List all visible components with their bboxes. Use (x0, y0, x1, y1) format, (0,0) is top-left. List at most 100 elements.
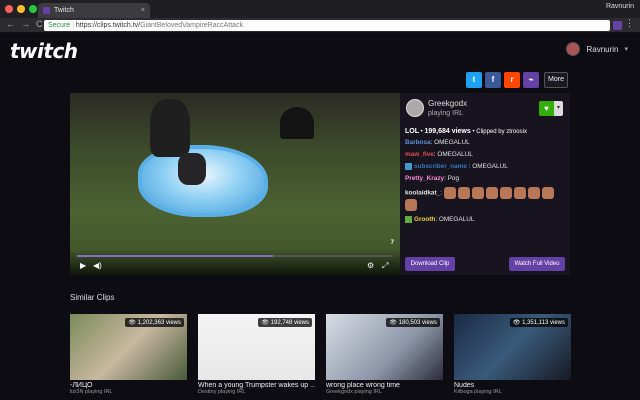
back-icon[interactable]: ← (6, 19, 15, 29)
chat-user[interactable]: subscriber_name (414, 163, 467, 170)
similar-clips-list: 👁 1,202,363 views -ЛИЦО lizi3N playing I… (70, 314, 571, 395)
clip-views: 199,684 views (424, 128, 471, 135)
copy-link-button[interactable]: ⌁ (523, 72, 539, 88)
clip-game: LOL (405, 128, 419, 135)
watch-full-video-button[interactable]: Watch Full Video (509, 257, 565, 271)
emote-icon (485, 187, 498, 200)
volume-icon[interactable]: ◀) (93, 261, 102, 270)
similar-clips-heading: Similar Clips (70, 293, 115, 302)
video-chair (280, 107, 314, 139)
chat-user[interactable]: maw_five (405, 151, 434, 158)
clip-title[interactable]: wrong place wrong time (326, 382, 443, 389)
clip-card[interactable]: 👁 1,202,363 views -ЛИЦО lizi3N playing I… (70, 314, 187, 395)
chat-user[interactable]: Pretty_Krazy (405, 175, 444, 182)
reload-icon[interactable]: C (36, 19, 43, 29)
video-player[interactable]: 7 ▶ ◀) ⚙ ⤢ (70, 93, 400, 275)
maximize-window-button[interactable] (29, 5, 37, 13)
broadcaster-name[interactable]: Greekgodx (428, 99, 467, 108)
site-header: twitch Ravnurin ▾ (0, 33, 640, 67)
facebook-share-button[interactable]: f (485, 72, 501, 88)
clip-sidebar: Greekgodx playing IRL ♥ ▾ LOL • 199,684 … (400, 93, 570, 275)
emote-icon (405, 199, 417, 212)
clip-thumbnail[interactable]: 👁 180,503 views (326, 314, 443, 380)
video-time: 7 (390, 240, 394, 246)
emote-icon (443, 187, 456, 200)
more-share-button[interactable]: More (544, 72, 568, 88)
minimize-window-button[interactable] (17, 5, 25, 13)
emote-icon (457, 187, 470, 200)
secure-label: Secure (48, 22, 71, 29)
forward-icon[interactable]: → (21, 19, 30, 29)
clip-title[interactable]: When a young Trumpster wakes up ... (198, 382, 315, 389)
clip-views-badge: 👁 1,202,363 views (125, 318, 184, 327)
clip-channel[interactable]: lizi3N playing IRL (70, 389, 187, 395)
progress-bar[interactable] (77, 255, 393, 257)
clipper-name[interactable]: ztroosix (506, 129, 527, 135)
chat-message: Pretty_Krazy: Pog (405, 175, 460, 183)
clip-channel[interactable]: Destiny playing IRL (198, 389, 315, 395)
clip-thumbnail[interactable]: 👁 1,202,363 views (70, 314, 187, 380)
video-frame (70, 93, 400, 275)
fullscreen-icon[interactable]: ⤢ (382, 261, 388, 271)
emote-icon (471, 187, 484, 200)
clip-views-badge: 👁 180,503 views (386, 318, 440, 327)
browser-titlebar: Twitch × Ravnurin (0, 0, 640, 18)
avatar (566, 42, 581, 56)
twitch-logo[interactable]: twitch (10, 39, 78, 63)
chat-text: OMEGALUL (472, 163, 508, 171)
video-person-falling (178, 153, 206, 185)
progress-fill (77, 255, 273, 257)
chat-text: OMEGALUL (437, 151, 473, 158)
settings-icon[interactable]: ⚙ (367, 261, 374, 270)
chat-text: OMEGALUL (434, 139, 470, 146)
chat-text: OMEGALUL (438, 216, 475, 224)
url-path: GiantBelovedVampireRaccAttack (140, 22, 244, 29)
chevron-down-icon: ▾ (624, 46, 628, 53)
badge-icon (405, 216, 412, 224)
chat-message: maw_five: OMEGALUL (405, 151, 473, 158)
clip-title[interactable]: -ЛИЦО (70, 382, 187, 389)
video-person-standing (150, 99, 190, 157)
clip-thumbnail[interactable]: 👁 192,748 views (198, 314, 315, 380)
clip-title[interactable]: Nudes (454, 382, 571, 389)
clip-channel[interactable]: Kitboga playing IRL (454, 389, 571, 395)
chat-user[interactable]: Barbosa (405, 139, 431, 146)
broadcaster-avatar[interactable] (406, 99, 424, 117)
reddit-share-button[interactable]: r (504, 72, 520, 88)
subscriber-badge-icon (405, 163, 412, 170)
clip-channel[interactable]: Greekgodx playing IRL (326, 389, 443, 395)
emote-icon (513, 187, 526, 200)
chat-user[interactable]: Grooth (414, 216, 435, 223)
clip-card[interactable]: 👁 1,351,113 views Nudes Kitboga playing … (454, 314, 571, 395)
emote-icon (499, 187, 512, 200)
twitter-share-button[interactable]: t (466, 72, 482, 88)
browser-profile-name[interactable]: Ravnurin (606, 3, 634, 10)
chat-message: subscriber_name : OMEGALUL (405, 163, 565, 170)
download-clip-button[interactable]: Download Clip (405, 257, 455, 271)
window-controls (5, 5, 37, 13)
chat-user[interactable]: koolaidkat_ (405, 190, 440, 197)
extension-icon[interactable] (613, 21, 622, 30)
clip-card[interactable]: 👁 192,748 views When a young Trumpster w… (198, 314, 315, 395)
heart-icon: ♥ (539, 101, 554, 116)
clip-thumbnail[interactable]: 👁 1,351,113 views (454, 314, 571, 380)
chat-text: Pog (447, 175, 460, 183)
player-controls: ▶ ◀) ⚙ ⤢ (70, 249, 400, 275)
address-bar[interactable]: Secure | https://clips.twitch.tv/GiantBe… (44, 20, 610, 31)
play-icon[interactable]: ▶ (80, 261, 86, 270)
close-window-button[interactable] (5, 5, 13, 13)
clip-card[interactable]: 👁 180,503 views wrong place wrong time G… (326, 314, 443, 395)
browser-menu-icon[interactable]: ⋮ (625, 18, 634, 29)
emote-icon (527, 187, 540, 200)
username: Ravnurin (586, 44, 619, 54)
chevron-down-icon: ▾ (554, 101, 563, 116)
user-menu[interactable]: Ravnurin ▾ (566, 42, 628, 56)
clipped-by-label: Clipped by (476, 129, 505, 135)
chat-message: Grooth: OMEGALUL (405, 216, 565, 223)
clip-views-badge: 👁 1,351,113 views (509, 318, 568, 327)
chat-replay: Barbosa: OMEGALUL maw_five: OMEGALUL sub… (405, 139, 565, 249)
tab-close-icon[interactable]: × (141, 3, 145, 18)
follow-button[interactable]: ♥ ▾ (539, 101, 563, 116)
share-buttons: t f r ⌁ More (466, 72, 568, 88)
browser-tab[interactable]: Twitch × (38, 3, 150, 18)
